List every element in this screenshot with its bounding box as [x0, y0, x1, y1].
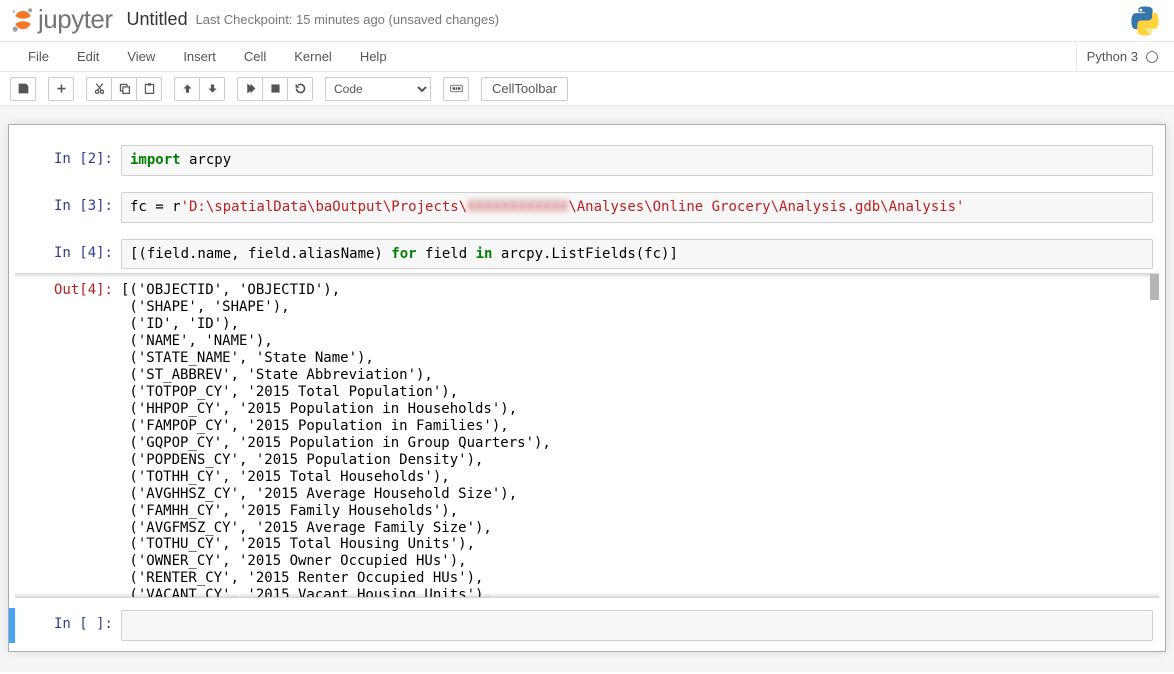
kernel-status-icon: [1146, 51, 1158, 63]
menu-insert[interactable]: Insert: [169, 43, 230, 70]
menubar: File Edit View Insert Cell Kernel Help P…: [0, 42, 1174, 72]
header: jupyter Untitled Last Checkpoint: 15 min…: [0, 0, 1174, 42]
logo-text: jupyter: [38, 4, 113, 35]
code-input[interactable]: import arcpy: [121, 145, 1153, 176]
paste-button[interactable]: [136, 77, 162, 101]
menu-file[interactable]: File: [10, 43, 63, 70]
code-cell[interactable]: In [3]: fc = r'D:\spatialData\baOutput\P…: [15, 190, 1159, 225]
toolbar: Code CellToolbar: [0, 72, 1174, 106]
restart-button[interactable]: [287, 77, 313, 101]
cut-button[interactable]: [86, 77, 112, 101]
python-logo-icon: [1130, 6, 1160, 36]
notebook-title[interactable]: Untitled: [127, 9, 188, 30]
run-button[interactable]: [237, 77, 263, 101]
code-input[interactable]: [121, 610, 1153, 641]
add-cell-button[interactable]: [48, 77, 74, 101]
save-button[interactable]: [10, 77, 36, 101]
move-down-button[interactable]: [199, 77, 225, 101]
menu-kernel[interactable]: Kernel: [280, 43, 346, 70]
output-text: [('OBJECTID', 'OBJECTID'), ('SHAPE', 'SH…: [121, 276, 1153, 598]
cell-type-select[interactable]: Code: [325, 77, 431, 101]
move-up-button[interactable]: [174, 77, 200, 101]
jupyter-logo[interactable]: jupyter: [10, 4, 113, 35]
code-input[interactable]: [(field.name, field.aliasName) for field…: [121, 239, 1153, 270]
output-scroll-area[interactable]: Out[4]: [('OBJECTID', 'OBJECTID'), ('SHA…: [15, 273, 1159, 598]
in-prompt: In [ ]:: [21, 610, 121, 641]
kernel-name: Python 3: [1087, 49, 1138, 64]
in-prompt: In [2]:: [21, 145, 121, 176]
checkpoint-text: Last Checkpoint: 15 minutes ago (unsaved…: [196, 12, 500, 27]
notebook: In [2]: import arcpy In [3]: fc = r'D:\s…: [8, 124, 1166, 652]
in-prompt: In [4]:: [21, 239, 121, 270]
menu-help[interactable]: Help: [346, 43, 401, 70]
stop-button[interactable]: [262, 77, 288, 101]
code-cell[interactable]: In [4]: [(field.name, field.aliasName) f…: [15, 237, 1159, 272]
code-cell-selected[interactable]: In [ ]:: [15, 608, 1159, 643]
in-prompt: In [3]:: [21, 192, 121, 223]
out-prompt: Out[4]:: [21, 276, 121, 598]
code-input[interactable]: fc = r'D:\spatialData\baOutput\Projects\…: [121, 192, 1153, 223]
notebook-container: In [2]: import arcpy In [3]: fc = r'D:\s…: [0, 106, 1174, 672]
code-cell[interactable]: In [2]: import arcpy: [15, 143, 1159, 178]
copy-button[interactable]: [111, 77, 137, 101]
menu-edit[interactable]: Edit: [63, 43, 113, 70]
celltoolbar-button[interactable]: CellToolbar: [481, 77, 568, 101]
kernel-indicator: Python 3: [1076, 42, 1164, 71]
menu-cell[interactable]: Cell: [230, 43, 280, 70]
command-palette-button[interactable]: [443, 77, 469, 101]
jupyter-planet-icon: [10, 7, 36, 33]
menu-view[interactable]: View: [113, 43, 169, 70]
